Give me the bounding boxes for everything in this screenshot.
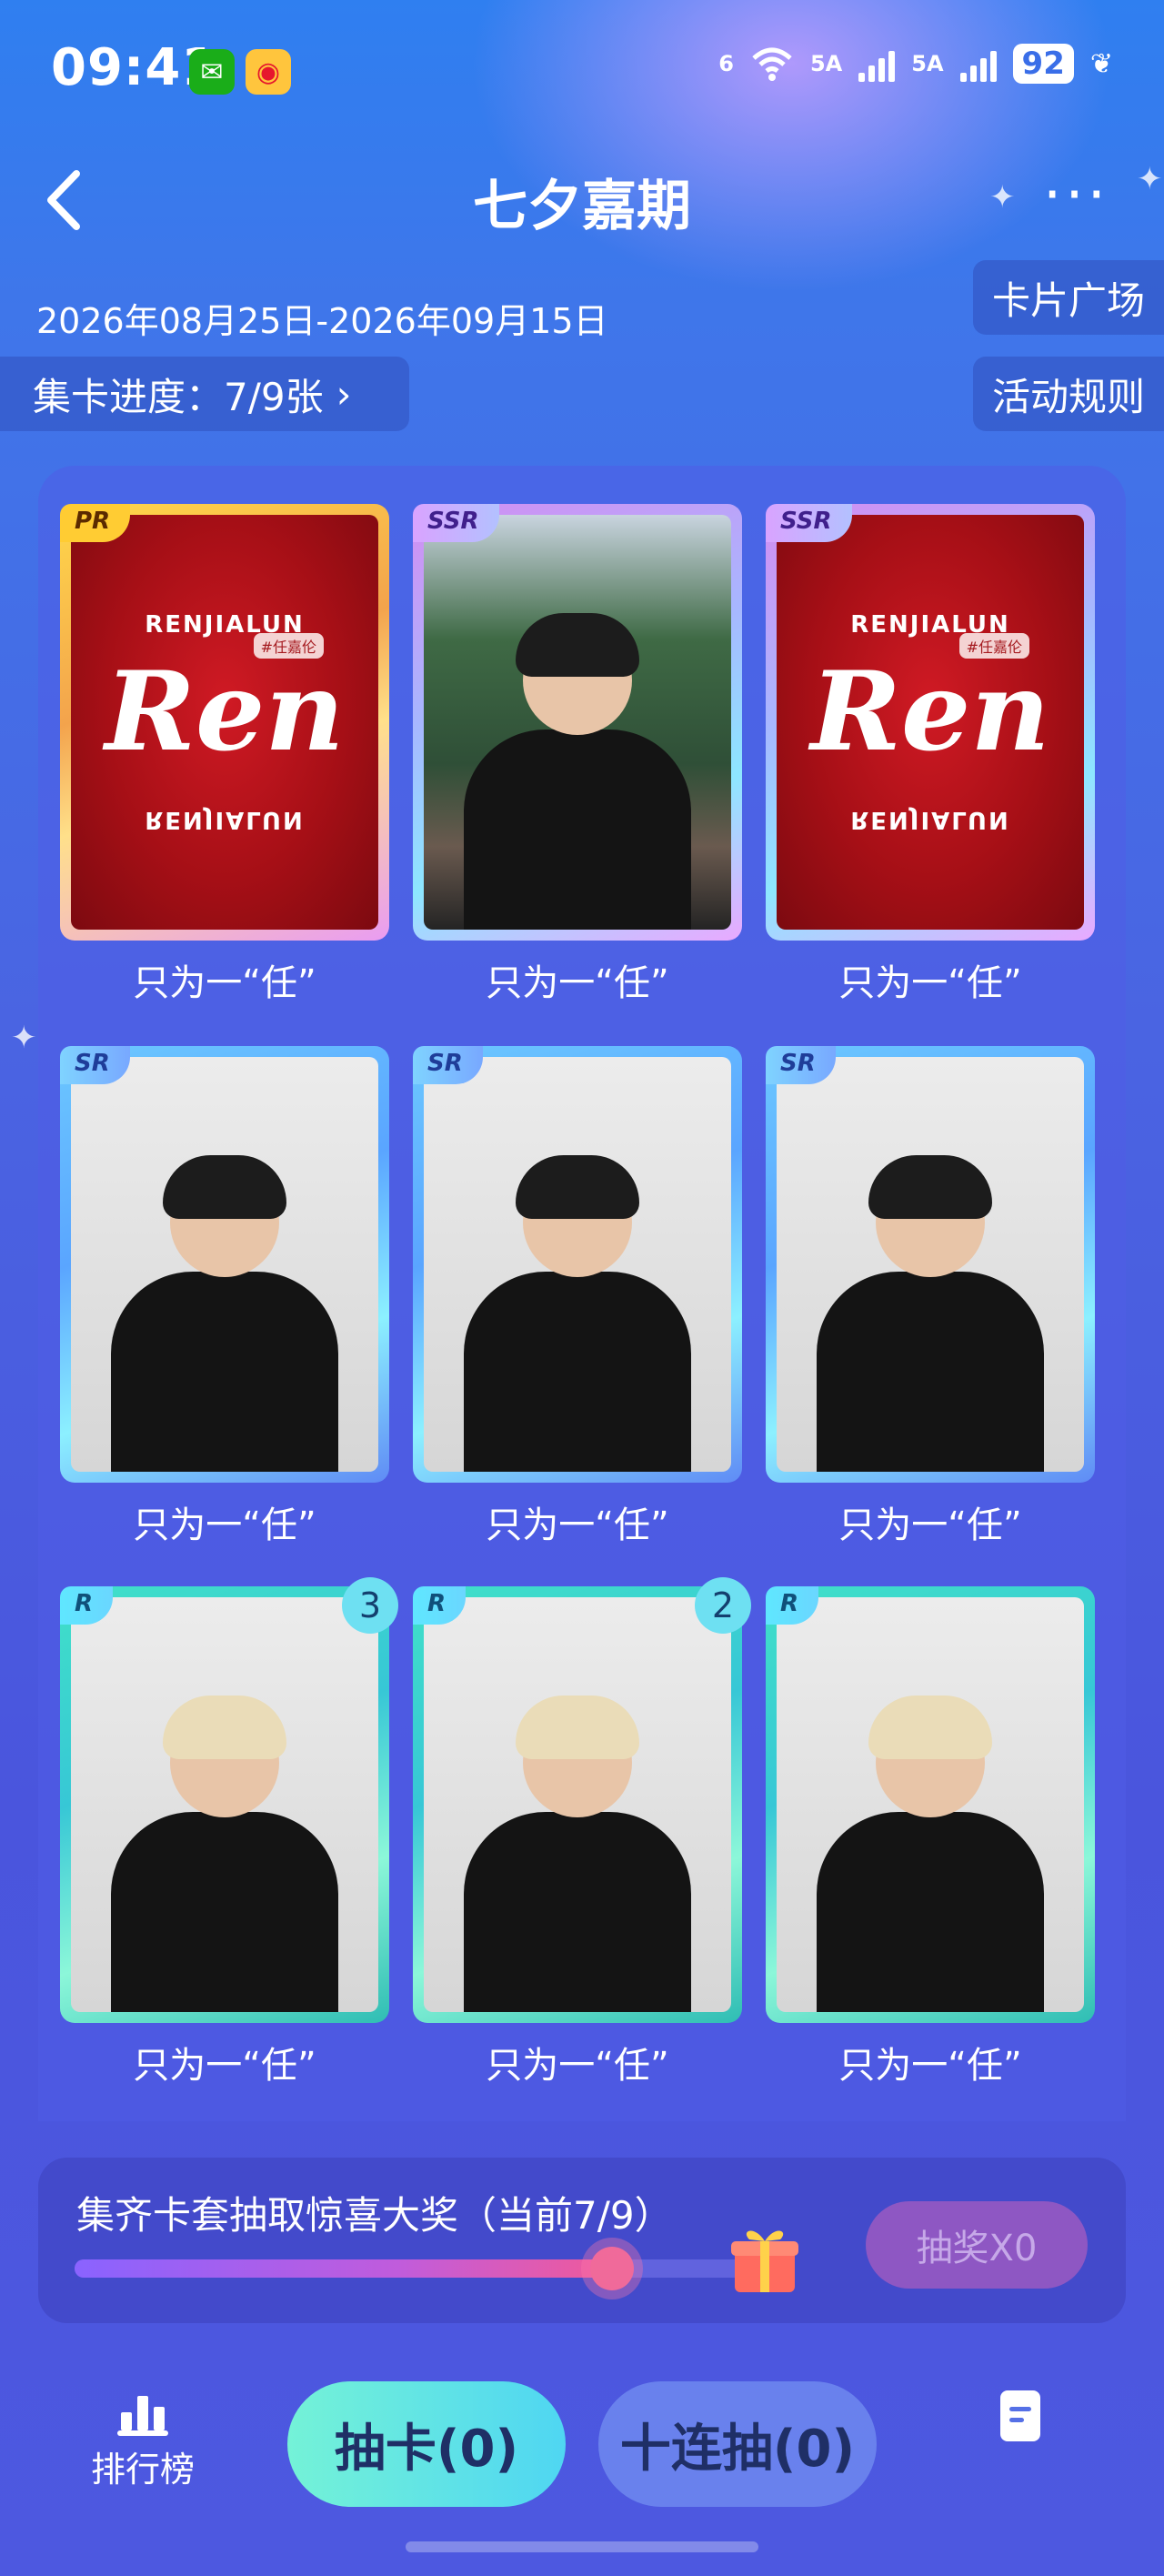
card-name: 只为一“任” xyxy=(838,962,1022,1004)
draw-card-button[interactable]: 抽卡(0) xyxy=(287,2381,566,2507)
card-name: 只为一“任” xyxy=(486,2045,669,2087)
reward-progress-bar xyxy=(75,2247,766,2290)
weibo-icon: ◉ xyxy=(246,49,291,95)
home-indicator xyxy=(406,2541,758,2552)
leaderboard-icon xyxy=(117,2396,168,2436)
card-brand-mirrored: RENJIALUN xyxy=(850,806,1010,833)
card-artwork: RENJIALUN #任嘉伦 Ren RENJIALUN xyxy=(71,515,378,930)
collection-card[interactable]: RENJIALUN #任嘉伦 Ren RENJIALUN SSR xyxy=(766,504,1095,941)
card-figure xyxy=(817,1155,1044,1472)
collection-card[interactable]: SSR xyxy=(413,504,742,941)
rarity-badge: SR xyxy=(60,1046,130,1084)
card-brand-mirrored: RENJIALUN xyxy=(145,806,305,833)
card-artwork xyxy=(424,515,731,930)
signal-label-2: 5A xyxy=(911,51,944,76)
battery-icon: 92 xyxy=(1012,44,1074,84)
collection-card[interactable]: R2 xyxy=(413,1577,751,2023)
card-figure xyxy=(464,613,691,930)
lottery-button[interactable]: 抽奖X0 xyxy=(866,2201,1088,2289)
reward-title: 集齐卡套抽取惊喜大奖（当前7/9） xyxy=(76,2193,673,2238)
wifi-icon xyxy=(752,47,792,81)
document-icon[interactable] xyxy=(1000,2390,1040,2441)
rarity-badge: SSR xyxy=(413,504,499,542)
page-title: 七夕嘉期 xyxy=(473,175,691,238)
card-name: 只为一“任” xyxy=(486,1504,669,1546)
more-options-icon[interactable]: ··· xyxy=(1043,166,1109,225)
card-artwork: RENJIALUN #任嘉伦 Ren RENJIALUN xyxy=(777,515,1084,930)
collection-progress-label: 集卡进度：7/9张 xyxy=(33,374,324,419)
card-artwork xyxy=(777,1057,1084,1472)
collection-card[interactable]: SR xyxy=(60,1046,389,1483)
chevron-right-icon: › xyxy=(336,371,352,417)
card-artwork xyxy=(777,1597,1084,2012)
status-indicators: 6 5A 5A 92 ❦ xyxy=(718,44,1113,84)
card-artwork xyxy=(71,1597,378,2012)
ten-draw-button[interactable]: 十连抽(0) xyxy=(598,2381,877,2507)
collection-progress-button[interactable]: 集卡进度：7/9张 › xyxy=(0,357,409,431)
card-figure xyxy=(111,1696,338,2012)
card-plaza-button[interactable]: 卡片广场 xyxy=(973,260,1164,335)
card-name: 只为一“任” xyxy=(838,1504,1022,1546)
signal-icon xyxy=(959,45,997,82)
card-name: 只为一“任” xyxy=(133,2045,316,2087)
collection-card[interactable]: SR xyxy=(766,1046,1095,1483)
collection-card[interactable]: RENJIALUN #任嘉伦 Ren RENJIALUN PR xyxy=(60,504,389,941)
card-brand-tag: #任嘉伦 xyxy=(958,633,1029,659)
card-name: 只为一“任” xyxy=(486,962,669,1004)
card-figure xyxy=(464,1155,691,1472)
collection-card[interactable]: R3 xyxy=(60,1577,398,2023)
card-artwork xyxy=(71,1057,378,1472)
card-brand-script: Ren xyxy=(810,648,1050,776)
leaf-icon: ❦ xyxy=(1089,47,1113,80)
reward-panel: 集齐卡套抽取惊喜大奖（当前7/9） 抽奖X0 xyxy=(38,2158,1126,2323)
card-name: 只为一“任” xyxy=(133,962,316,1004)
card-count-badge: 3 xyxy=(342,1577,398,1634)
card-figure xyxy=(464,1696,691,2012)
card-name: 只为一“任” xyxy=(133,1504,316,1546)
date-range: 2026年08月25日-2026年09月15日 xyxy=(36,301,608,341)
card-figure xyxy=(111,1155,338,1472)
collection-card[interactable]: SR xyxy=(413,1046,742,1483)
rarity-badge: SR xyxy=(413,1046,483,1084)
rarity-badge: SR xyxy=(766,1046,836,1084)
gift-icon[interactable] xyxy=(728,2221,802,2296)
rules-button[interactable]: 活动规则 xyxy=(973,357,1164,431)
card-artwork xyxy=(424,1597,731,2012)
card-brand-script: Ren xyxy=(105,648,345,776)
reward-progress-fill xyxy=(75,2259,613,2278)
card-brand-tag: #任嘉伦 xyxy=(253,633,324,659)
wifi-label: 6 xyxy=(718,51,734,76)
status-bar: 09:41 ✉ ◉ 6 5A 5A 92 ❦ xyxy=(0,0,1164,146)
card-figure xyxy=(817,1696,1044,2012)
sparkle-icon: ✦ xyxy=(11,1020,37,1056)
reward-progress-knob xyxy=(590,2247,635,2290)
signal-label-1: 5A xyxy=(809,51,843,76)
signal-icon xyxy=(858,45,896,82)
card-count-badge: 2 xyxy=(695,1577,751,1634)
leaderboard-label: 排行榜 xyxy=(90,2450,195,2490)
collection-card[interactable]: R xyxy=(766,1586,1095,2023)
card-name: 只为一“任” xyxy=(838,2045,1022,2087)
card-artwork xyxy=(424,1057,731,1472)
wechat-icon: ✉ xyxy=(189,49,235,95)
rarity-badge: SSR xyxy=(766,504,852,542)
leaderboard-button[interactable]: 排行榜 xyxy=(84,2392,202,2501)
